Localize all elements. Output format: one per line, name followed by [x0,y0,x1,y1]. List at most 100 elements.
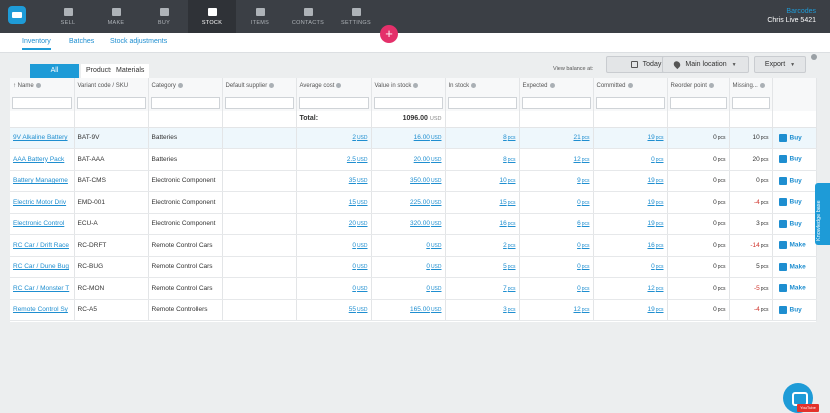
value-in-stock-link[interactable]: 225.00USD [410,199,441,206]
app-logo-icon[interactable] [8,6,26,24]
value-in-stock-link[interactable]: 20.00USD [414,156,442,163]
expected-link[interactable]: 0pcs [577,242,589,249]
row-action-button[interactable]: Buy [772,170,817,192]
in-stock-link[interactable]: 2pcs [503,242,515,249]
in-stock-link[interactable]: 3pcs [503,306,515,313]
expected-link[interactable]: 6pcs [577,220,589,227]
expected-link[interactable]: 0pcs [577,285,589,292]
average-cost-link[interactable]: 15USD [349,199,368,206]
item-name-link[interactable]: RC Car / Monster T [13,285,69,292]
expected-link[interactable]: 9pcs [577,177,589,184]
committed-link[interactable]: 12pcs [647,285,663,292]
in-stock-link[interactable]: 8pcs [503,134,515,141]
committed-link[interactable]: 19pcs [647,220,663,227]
item-name-link[interactable]: RC Car / Drift Race [13,242,69,249]
table-row[interactable]: Remote Control Sy RC-A5 Remote Controllers… [10,299,817,321]
average-cost-link[interactable]: 20USD [349,220,368,227]
column-filter-input[interactable] [447,96,517,109]
column-header[interactable]: Expected [519,78,594,94]
committed-link[interactable]: 0pcs [651,263,663,270]
committed-link[interactable]: 19pcs [647,177,663,184]
expected-link[interactable]: 21pcs [573,134,589,141]
column-filter-input[interactable] [595,96,665,109]
average-cost-link[interactable]: 2USD [352,134,367,141]
column-filter-input[interactable] [669,96,727,109]
help-icon[interactable] [627,82,633,88]
nav-item-make[interactable]: MAKE [92,0,140,33]
item-name-link[interactable]: 9V Alkaline Battery [13,134,68,141]
value-in-stock-link[interactable]: 350.00USD [410,177,441,184]
in-stock-link[interactable]: 16pcs [499,220,515,227]
filter-all[interactable]: All [30,64,79,78]
value-in-stock-link[interactable]: 165.00USD [410,306,441,313]
column-filter-input[interactable] [298,96,369,109]
table-row[interactable]: RC Car / Dune Bug RC-BUG Remote Control Ca… [10,256,817,278]
help-icon[interactable] [708,82,714,88]
nav-item-buy[interactable]: BUY [140,0,188,33]
value-in-stock-link[interactable]: 0USD [426,242,441,249]
tab-inventory[interactable]: Inventory [22,38,51,50]
knowledge-base-tab[interactable]: Knowledge base [815,183,830,245]
average-cost-link[interactable]: 0USD [352,263,367,270]
barcodes-link[interactable]: Barcodes [767,8,816,15]
tab-batches[interactable]: Batches [69,38,94,45]
expected-link[interactable]: 12pcs [573,306,589,313]
column-header[interactable]: In stock [445,78,520,94]
item-name-link[interactable]: Battery Manageme [13,177,68,184]
column-filter-input[interactable] [12,96,72,109]
row-action-button[interactable]: Make [772,234,817,257]
column-header[interactable]: Value in stock [371,78,446,94]
average-cost-link[interactable]: 55USD [349,306,368,313]
nav-item-sell[interactable]: SELL [44,0,92,33]
column-filter-input[interactable] [521,96,591,109]
column-filter-input[interactable] [224,96,294,109]
help-icon[interactable] [35,82,41,88]
filter-materials[interactable]: Materials [111,64,150,78]
item-name-link[interactable]: RC Car / Dune Bug [13,263,69,270]
committed-link[interactable]: 0pcs [651,156,663,163]
column-filter-input[interactable] [150,96,220,109]
item-name-link[interactable]: Electronic Control [13,220,64,227]
average-cost-link[interactable]: 0USD [352,242,367,249]
table-row[interactable]: AAA Battery Pack BAT-AAA Batteries 2.5USD 20… [10,148,817,171]
value-in-stock-link[interactable]: 320.00USD [410,220,441,227]
item-name-link[interactable]: Remote Control Sy [13,306,68,313]
column-header[interactable]: Committed [593,78,668,94]
average-cost-link[interactable]: 35USD [349,177,368,184]
expected-link[interactable]: 0pcs [577,263,589,270]
column-filter-input[interactable] [731,96,770,109]
expected-link[interactable]: 12pcs [573,156,589,163]
nav-item-settings[interactable]: SETTINGS [332,0,380,33]
table-row[interactable]: Electronic Control ECU-A Electronic Compon… [10,213,817,235]
in-stock-link[interactable]: 10pcs [499,177,515,184]
help-icon[interactable] [269,82,275,88]
help-icon[interactable] [471,82,477,88]
column-filter-input[interactable] [373,96,443,109]
column-header[interactable]: Default supplier [222,78,297,94]
table-settings-icon[interactable] [811,54,817,60]
committed-link[interactable]: 19pcs [647,134,663,141]
row-action-button[interactable]: Buy [772,299,817,321]
row-action-button[interactable]: Buy [772,148,817,171]
committed-link[interactable]: 19pcs [647,306,663,313]
committed-link[interactable]: 19pcs [647,199,663,206]
help-icon[interactable] [336,82,342,88]
user-name[interactable]: Chris Live 5421 [767,17,816,24]
in-stock-link[interactable]: 7pcs [503,285,515,292]
youtube-badge[interactable]: YouTube [797,404,819,412]
row-action-button[interactable]: Make [772,256,817,278]
help-icon[interactable] [549,82,555,88]
nav-item-stock[interactable]: STOCK [188,0,236,33]
row-action-button[interactable]: Make [772,277,817,300]
column-header[interactable]: Average cost [296,78,372,94]
in-stock-link[interactable]: 8pcs [503,156,515,163]
average-cost-link[interactable]: 2.5USD [347,156,368,163]
committed-link[interactable]: 16pcs [647,242,663,249]
row-action-button[interactable]: Buy [772,191,817,214]
in-stock-link[interactable]: 15pcs [499,199,515,206]
table-row[interactable]: Battery Manageme BAT-CMS Electronic Compon… [10,170,817,192]
value-in-stock-link[interactable]: 0USD [426,285,441,292]
column-header[interactable]: Missing... [729,78,773,94]
add-button[interactable]: + [380,25,398,43]
value-in-stock-link[interactable]: 0USD [426,263,441,270]
